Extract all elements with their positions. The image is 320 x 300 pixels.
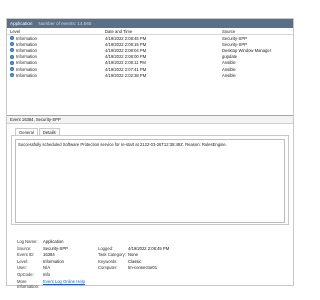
row-source: Security-SPP xyxy=(222,35,247,41)
row-datetime: 4/19/2022 2:08:00 PM xyxy=(105,54,147,60)
event-properties: Log Name: Application Source: Security-S… xyxy=(17,239,289,289)
user-value: N/A xyxy=(43,265,50,271)
row-source: Ansible xyxy=(222,60,236,66)
information-icon: i xyxy=(10,54,14,59)
information-icon: i xyxy=(10,60,14,65)
logged-value: 4/19/2022 2:08:45 PM xyxy=(128,245,170,251)
more-information-label: More Information: xyxy=(17,278,40,289)
level-label: Level: xyxy=(17,258,29,264)
opcode-label: OpCode: xyxy=(17,271,34,277)
table-row[interactable]: i Information 4/19/2022 2:08:45 PM Securi… xyxy=(7,35,293,42)
column-date-time[interactable]: Date and Time xyxy=(105,29,222,34)
grid-header: Level Date and Time Source xyxy=(7,28,293,35)
computer-label: Computer: xyxy=(98,265,118,271)
row-level: Information xyxy=(16,54,37,60)
row-source: gupdate xyxy=(222,54,238,60)
user-label: User: xyxy=(17,265,28,271)
event-id-label: Event ID: xyxy=(17,252,35,258)
log-title-bar: Application Number of events: 14,560 xyxy=(7,19,293,28)
table-row[interactable]: i Information 4/19/2022 2:08:04 PM Deskto… xyxy=(7,47,293,54)
column-source[interactable]: Source xyxy=(222,29,293,34)
keywords-label: Keywords: xyxy=(98,258,118,264)
row-level: Information xyxy=(16,60,37,66)
row-level: Information xyxy=(16,47,37,53)
row-level: Information xyxy=(16,35,37,41)
table-row[interactable]: i Information 4/19/2022 2:07:41 PM Ansibl… xyxy=(7,66,293,72)
tab-general[interactable]: General xyxy=(15,128,38,135)
table-row[interactable]: i Information 4/19/2022 2:02:38 PM Ansibl… xyxy=(7,72,293,79)
information-icon: i xyxy=(10,42,14,47)
opcode-value: Info xyxy=(43,271,50,277)
logged-label: Logged: xyxy=(98,245,114,251)
event-detail-header: Event 16384, Security-SPP xyxy=(7,116,293,124)
level-value: Information xyxy=(43,258,64,264)
event-viewer-window: Application Number of events: 14,560 Lev… xyxy=(6,18,294,289)
information-icon: i xyxy=(10,36,14,41)
event-count: Number of events: 14,560 xyxy=(38,21,92,26)
keywords-value: Classic xyxy=(128,258,142,264)
table-row[interactable]: i Information 4/19/2022 2:08:00 PM gupdat… xyxy=(7,54,293,60)
column-level[interactable]: Level xyxy=(7,29,105,34)
detail-tabs: General Details xyxy=(7,124,293,135)
row-source: Desktop Window Manager xyxy=(222,47,272,53)
computer-value: tm-connector01 xyxy=(128,265,158,271)
log-name-label: Log Name: xyxy=(17,239,38,244)
information-icon: i xyxy=(10,67,14,72)
tab-details[interactable]: Details xyxy=(38,128,60,135)
source-label: Source: xyxy=(17,245,32,251)
row-datetime: 4/19/2022 2:08:04 PM xyxy=(105,47,147,53)
row-datetime: 4/19/2022 2:08:11 PM xyxy=(105,60,146,66)
row-datetime: 4/19/2022 2:08:45 PM xyxy=(105,35,147,41)
source-value: Security-SPP xyxy=(43,245,68,251)
general-tab-panel: Successfully scheduled Software Protecti… xyxy=(11,135,289,225)
information-icon: i xyxy=(10,73,14,78)
table-row[interactable]: i Information 4/19/2022 2:08:11 PM Ansibl… xyxy=(7,59,293,66)
row-source: Security-SPP xyxy=(222,41,247,47)
task-category-label: Task Category: xyxy=(98,252,126,258)
row-datetime: 4/19/2022 2:08:15 PM xyxy=(105,41,147,47)
row-level: Information xyxy=(16,41,37,47)
row-datetime: 4/19/2022 2:07:41 PM xyxy=(105,66,147,72)
event-log-online-help-link[interactable]: Event Log Online Help xyxy=(43,279,85,284)
log-name-title: Application xyxy=(10,21,33,26)
table-row[interactable]: i Information 4/19/2022 2:08:15 PM Securi… xyxy=(7,41,293,47)
events-grid: Level Date and Time Source i Information … xyxy=(7,28,293,116)
event-id-value: 16384 xyxy=(43,252,55,258)
task-category-value: None xyxy=(128,252,139,258)
row-source: Ansible xyxy=(222,66,236,72)
grid-rows: i Information 4/19/2022 2:08:45 PM Securi… xyxy=(7,35,293,79)
row-level: Information xyxy=(16,66,37,72)
event-message[interactable]: Successfully scheduled Software Protecti… xyxy=(15,139,285,223)
row-level: Information xyxy=(16,72,37,78)
row-source: Ansible xyxy=(222,72,236,78)
log-name-value: Application xyxy=(43,239,64,244)
information-icon: i xyxy=(10,48,14,53)
row-datetime: 4/19/2022 2:02:38 PM xyxy=(105,72,147,78)
